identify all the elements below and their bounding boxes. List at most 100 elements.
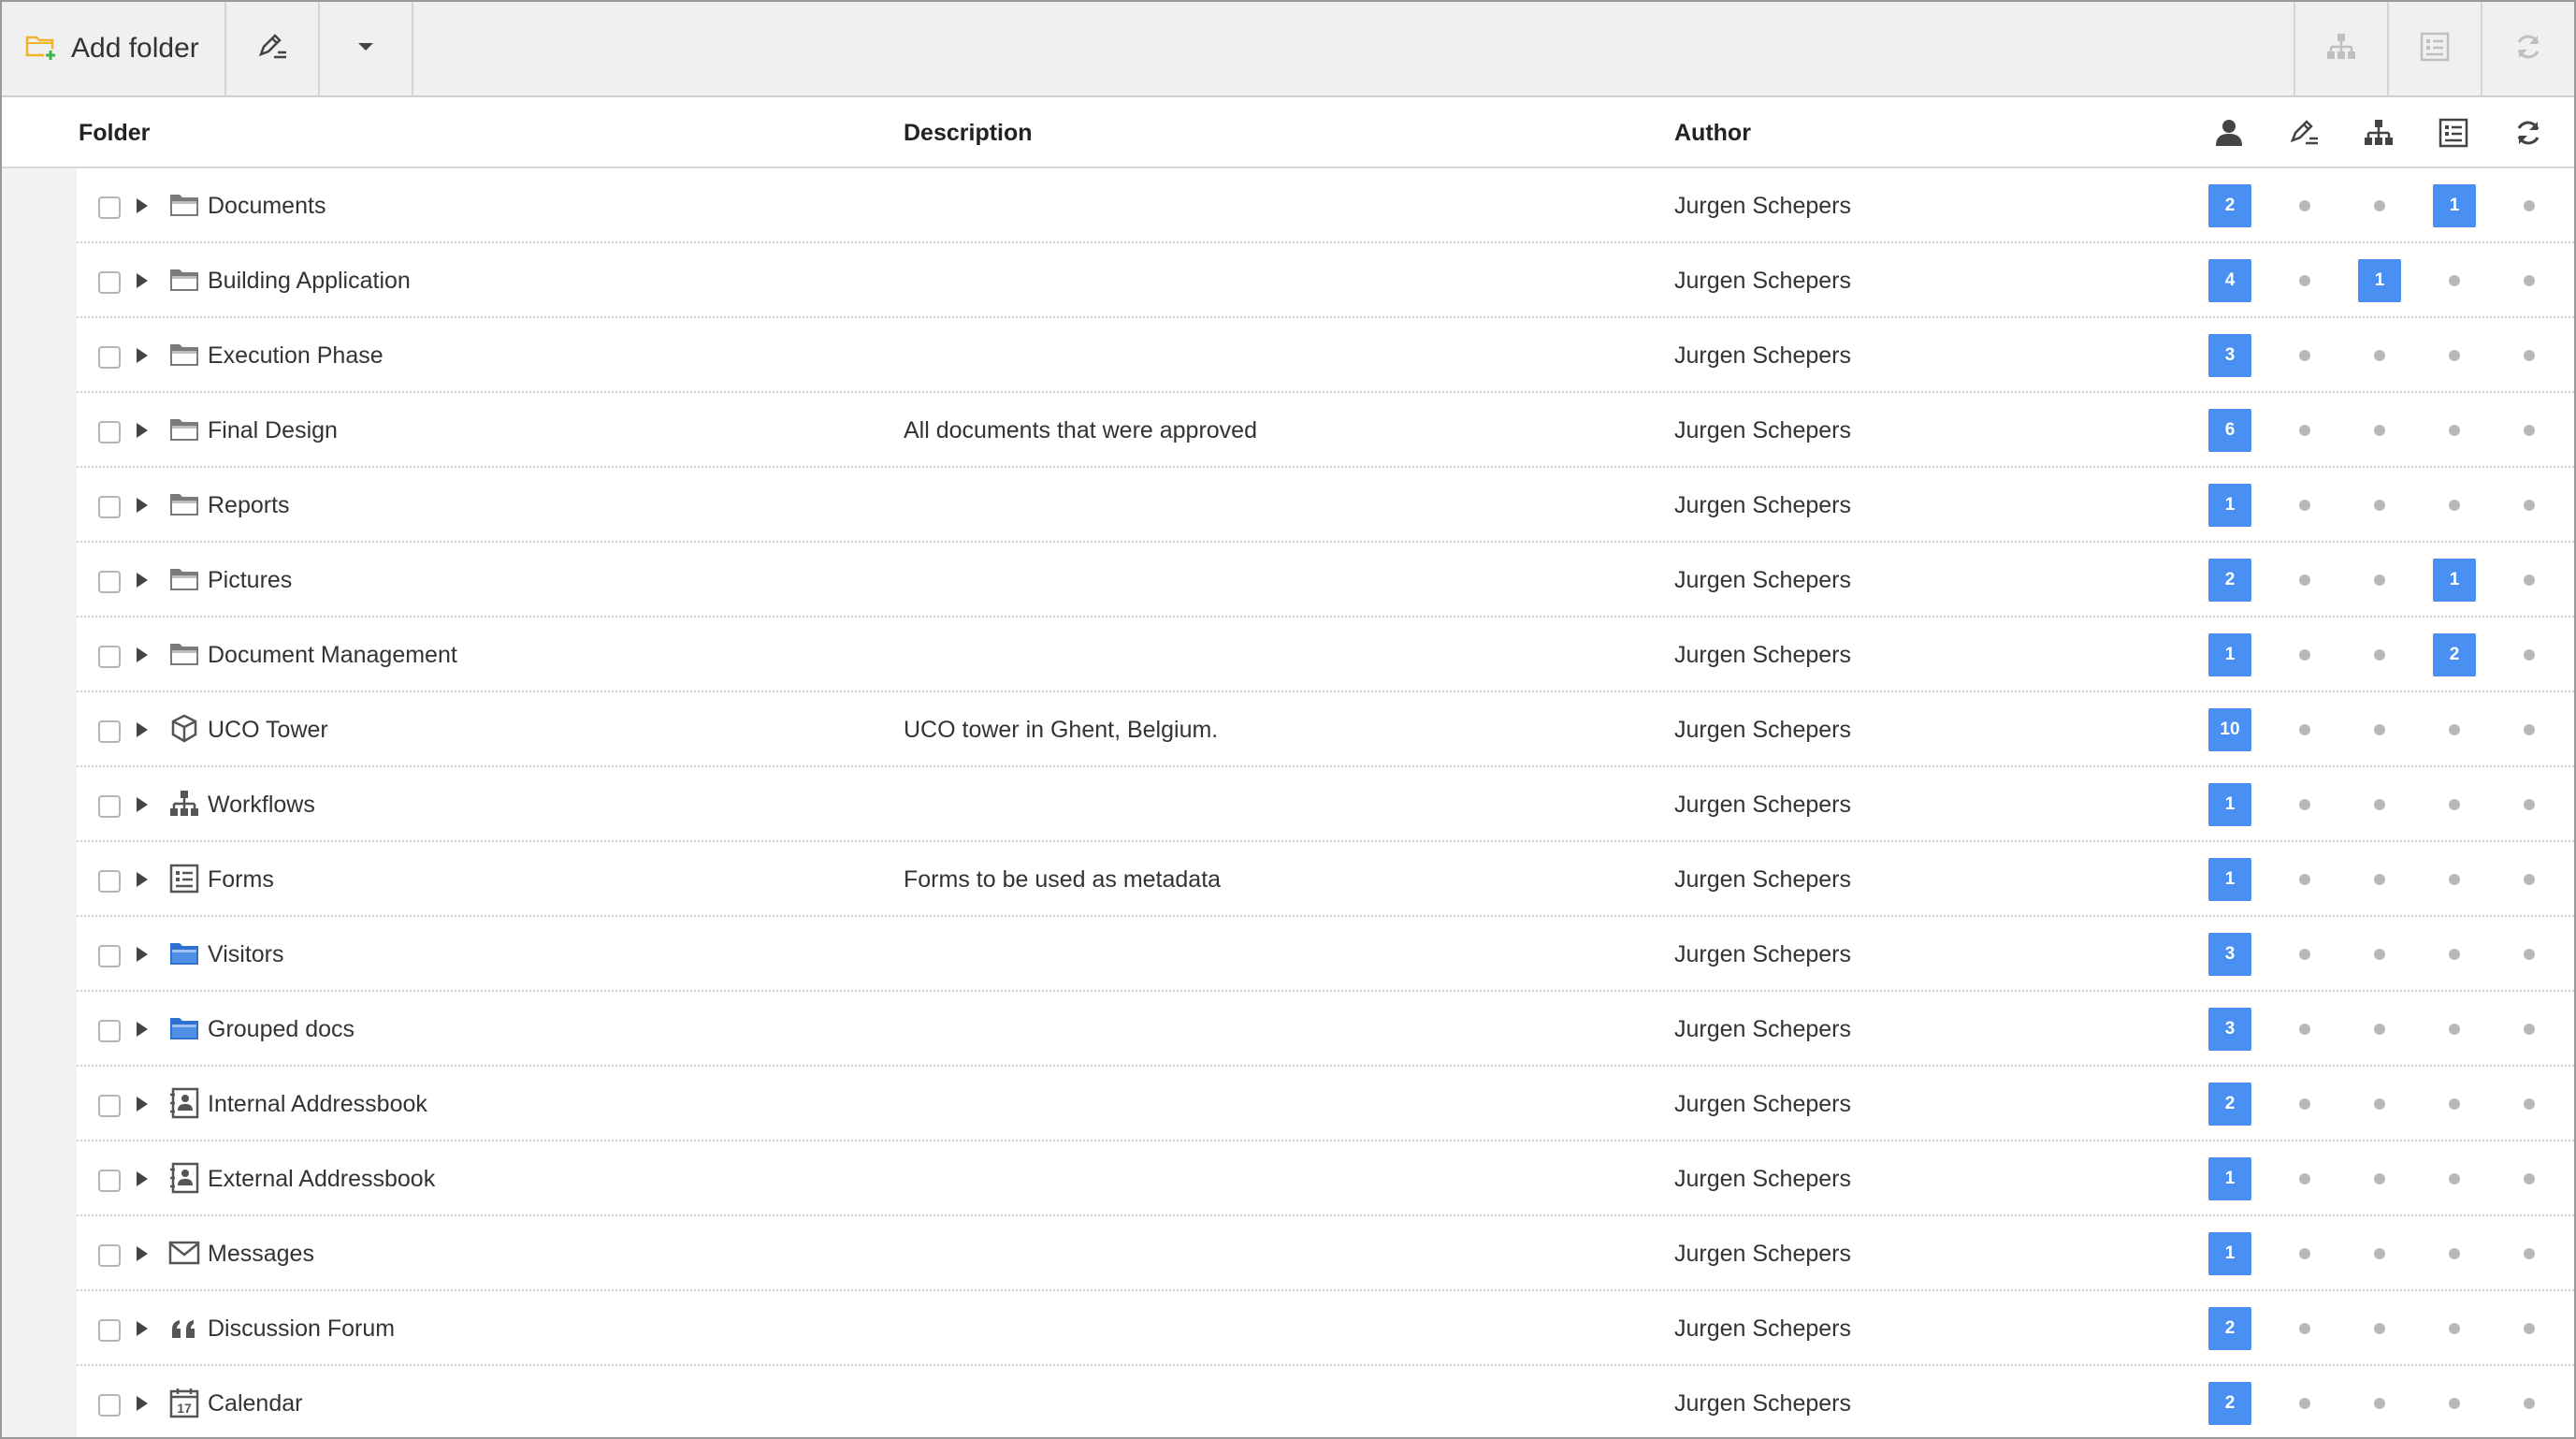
table-row[interactable]: Grouped docs Jurgen Schepers 3 xyxy=(2,992,2574,1067)
table-row[interactable]: Messages Jurgen Schepers 1 xyxy=(2,1216,2574,1291)
folder-name[interactable]: Calendar xyxy=(208,1366,302,1437)
table-row[interactable]: Forms Forms to be used as metadata Jurgen … xyxy=(2,842,2574,917)
user-count-badge[interactable]: 4 xyxy=(2208,259,2251,302)
expand-caret-icon[interactable] xyxy=(137,348,148,363)
folder-name[interactable]: Pictures xyxy=(208,543,292,618)
user-count-badge[interactable]: 1 xyxy=(2208,484,2251,527)
folder-column-header[interactable]: Folder xyxy=(79,97,150,168)
workflow-toggle-button[interactable] xyxy=(2294,2,2387,95)
row-checkbox[interactable] xyxy=(98,870,121,893)
row-checkbox[interactable] xyxy=(98,271,121,294)
user-count-badge[interactable]: 2 xyxy=(2208,184,2251,227)
user-count-badge[interactable]: 3 xyxy=(2208,933,2251,976)
sync-icon[interactable] xyxy=(2508,112,2549,153)
folder-name[interactable]: Building Application xyxy=(208,243,411,318)
table-row[interactable]: Documents Jurgen Schepers 2 1 xyxy=(2,168,2574,243)
folder-name[interactable]: Visitors xyxy=(208,917,284,992)
expand-caret-icon[interactable] xyxy=(137,573,148,588)
folder-name[interactable]: Forms xyxy=(208,842,274,917)
user-count-badge[interactable]: 1 xyxy=(2208,1157,2251,1200)
row-checkbox[interactable] xyxy=(98,1020,121,1042)
expand-caret-icon[interactable] xyxy=(137,797,148,812)
user-count-badge[interactable]: 1 xyxy=(2208,783,2251,826)
table-row[interactable]: Document Management Jurgen Schepers 1 2 xyxy=(2,618,2574,692)
user-count-badge[interactable]: 1 xyxy=(2208,858,2251,901)
folder-name[interactable]: Discussion Forum xyxy=(208,1291,395,1366)
form-toggle-button[interactable] xyxy=(2387,2,2481,95)
edit-button[interactable] xyxy=(226,2,320,95)
add-folder-button[interactable]: Add folder xyxy=(2,2,226,95)
expand-caret-icon[interactable] xyxy=(137,1321,148,1336)
expand-caret-icon[interactable] xyxy=(137,423,148,438)
row-checkbox[interactable] xyxy=(98,346,121,369)
expand-caret-icon[interactable] xyxy=(137,498,148,513)
table-row[interactable]: Internal Addressbook Jurgen Schepers 2 xyxy=(2,1067,2574,1141)
user-count-badge[interactable]: 6 xyxy=(2208,409,2251,452)
table-row[interactable]: Building Application Jurgen Schepers 4 1 xyxy=(2,243,2574,318)
workflow-icon[interactable] xyxy=(2358,112,2399,153)
folder-name[interactable]: External Addressbook xyxy=(208,1141,435,1216)
row-checkbox[interactable] xyxy=(98,646,121,668)
folder-name[interactable]: Workflows xyxy=(208,767,315,842)
folder-name[interactable]: Reports xyxy=(208,468,290,543)
row-checkbox[interactable] xyxy=(98,1244,121,1267)
expand-caret-icon[interactable] xyxy=(137,647,148,662)
table-row[interactable]: Visitors Jurgen Schepers 3 xyxy=(2,917,2574,992)
folder-name[interactable]: Final Design xyxy=(208,393,338,468)
table-row[interactable]: UCO Tower UCO tower in Ghent, Belgium. Jur… xyxy=(2,692,2574,767)
user-count-badge[interactable]: 3 xyxy=(2208,1008,2251,1051)
table-row[interactable]: 17 Calendar Jurgen Schepers 2 xyxy=(2,1366,2574,1437)
row-checkbox[interactable] xyxy=(98,496,121,518)
expand-caret-icon[interactable] xyxy=(137,1097,148,1112)
user-count-badge[interactable]: 10 xyxy=(2208,708,2251,751)
refresh-button[interactable] xyxy=(2481,2,2574,95)
table-row[interactable]: Final Design All documents that were appr… xyxy=(2,393,2574,468)
row-checkbox[interactable] xyxy=(98,196,121,219)
form-count-badge[interactable]: 1 xyxy=(2433,184,2476,227)
user-count-badge[interactable]: 2 xyxy=(2208,1083,2251,1126)
row-checkbox[interactable] xyxy=(98,720,121,743)
user-icon[interactable] xyxy=(2208,112,2250,153)
user-count-badge[interactable]: 1 xyxy=(2208,1232,2251,1275)
table-row[interactable]: External Addressbook Jurgen Schepers 1 xyxy=(2,1141,2574,1216)
table-row[interactable]: Reports Jurgen Schepers 1 xyxy=(2,468,2574,543)
table-row[interactable]: Execution Phase Jurgen Schepers 3 xyxy=(2,318,2574,393)
row-checkbox[interactable] xyxy=(98,1394,121,1417)
row-checkbox[interactable] xyxy=(98,1319,121,1342)
folder-name[interactable]: Grouped docs xyxy=(208,992,355,1067)
folder-name[interactable]: Document Management xyxy=(208,618,457,692)
table-row[interactable]: Workflows Jurgen Schepers 1 xyxy=(2,767,2574,842)
user-count-badge[interactable]: 2 xyxy=(2208,559,2251,602)
user-count-badge[interactable]: 2 xyxy=(2208,1382,2251,1425)
edit-pen-icon[interactable] xyxy=(2283,112,2324,153)
expand-caret-icon[interactable] xyxy=(137,1396,148,1411)
expand-caret-icon[interactable] xyxy=(137,198,148,213)
description-column-header[interactable]: Description xyxy=(904,97,1033,168)
row-checkbox[interactable] xyxy=(98,1095,121,1117)
user-count-badge[interactable]: 2 xyxy=(2208,1307,2251,1350)
table-row[interactable]: Pictures Jurgen Schepers 2 1 xyxy=(2,543,2574,618)
form-count-badge[interactable]: 1 xyxy=(2433,559,2476,602)
row-checkbox[interactable] xyxy=(98,1170,121,1192)
table-row[interactable]: Discussion Forum Jurgen Schepers 2 xyxy=(2,1291,2574,1366)
expand-caret-icon[interactable] xyxy=(137,947,148,962)
row-checkbox[interactable] xyxy=(98,945,121,967)
expand-caret-icon[interactable] xyxy=(137,1246,148,1261)
user-count-badge[interactable]: 1 xyxy=(2208,633,2251,676)
expand-caret-icon[interactable] xyxy=(137,1022,148,1037)
folder-name[interactable]: UCO Tower xyxy=(208,692,328,767)
row-checkbox[interactable] xyxy=(98,421,121,443)
user-count-badge[interactable]: 3 xyxy=(2208,334,2251,377)
more-options-dropdown[interactable] xyxy=(320,2,413,95)
form-icon[interactable] xyxy=(2433,112,2474,153)
folder-name[interactable]: Internal Addressbook xyxy=(208,1067,427,1141)
form-count-badge[interactable]: 2 xyxy=(2433,633,2476,676)
author-column-header[interactable]: Author xyxy=(1674,97,1751,168)
expand-caret-icon[interactable] xyxy=(137,872,148,887)
workflow-count-badge[interactable]: 1 xyxy=(2358,259,2401,302)
expand-caret-icon[interactable] xyxy=(137,722,148,737)
folder-name[interactable]: Messages xyxy=(208,1216,314,1291)
row-checkbox[interactable] xyxy=(98,795,121,818)
expand-caret-icon[interactable] xyxy=(137,273,148,288)
row-checkbox[interactable] xyxy=(98,571,121,593)
